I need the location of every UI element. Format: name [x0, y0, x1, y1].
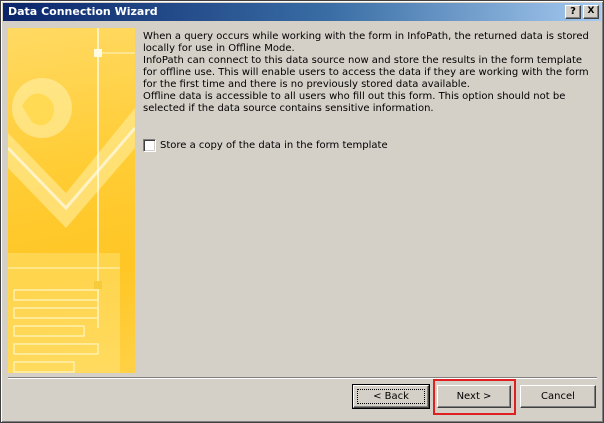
next-button[interactable]: Next >	[437, 385, 511, 408]
store-copy-label[interactable]: Store a copy of the data in the form tem…	[160, 139, 388, 152]
wizard-banner-image	[8, 28, 135, 373]
wizard-description: When a query occurs while working with t…	[143, 31, 597, 115]
cancel-button[interactable]: Cancel	[520, 385, 596, 408]
description-paragraph-3: Offline data is accessible to all users …	[143, 91, 566, 114]
back-button[interactable]: < Back	[352, 384, 430, 409]
store-copy-checkbox[interactable]	[143, 139, 156, 152]
description-paragraph-1: When a query occurs while working with t…	[143, 31, 589, 54]
wizard-dialog: Data Connection Wizard ? X When a query …	[0, 0, 604, 423]
description-paragraph-2: InfoPath can connect to this data source…	[143, 55, 589, 90]
banner-graphic	[8, 28, 135, 373]
title-bar[interactable]: Data Connection Wizard ? X	[3, 3, 601, 21]
back-button-label: < Back	[373, 391, 409, 402]
help-button[interactable]: ?	[565, 5, 581, 19]
button-separator	[8, 377, 597, 379]
close-button[interactable]: X	[583, 5, 599, 19]
window-title: Data Connection Wizard	[8, 5, 158, 18]
